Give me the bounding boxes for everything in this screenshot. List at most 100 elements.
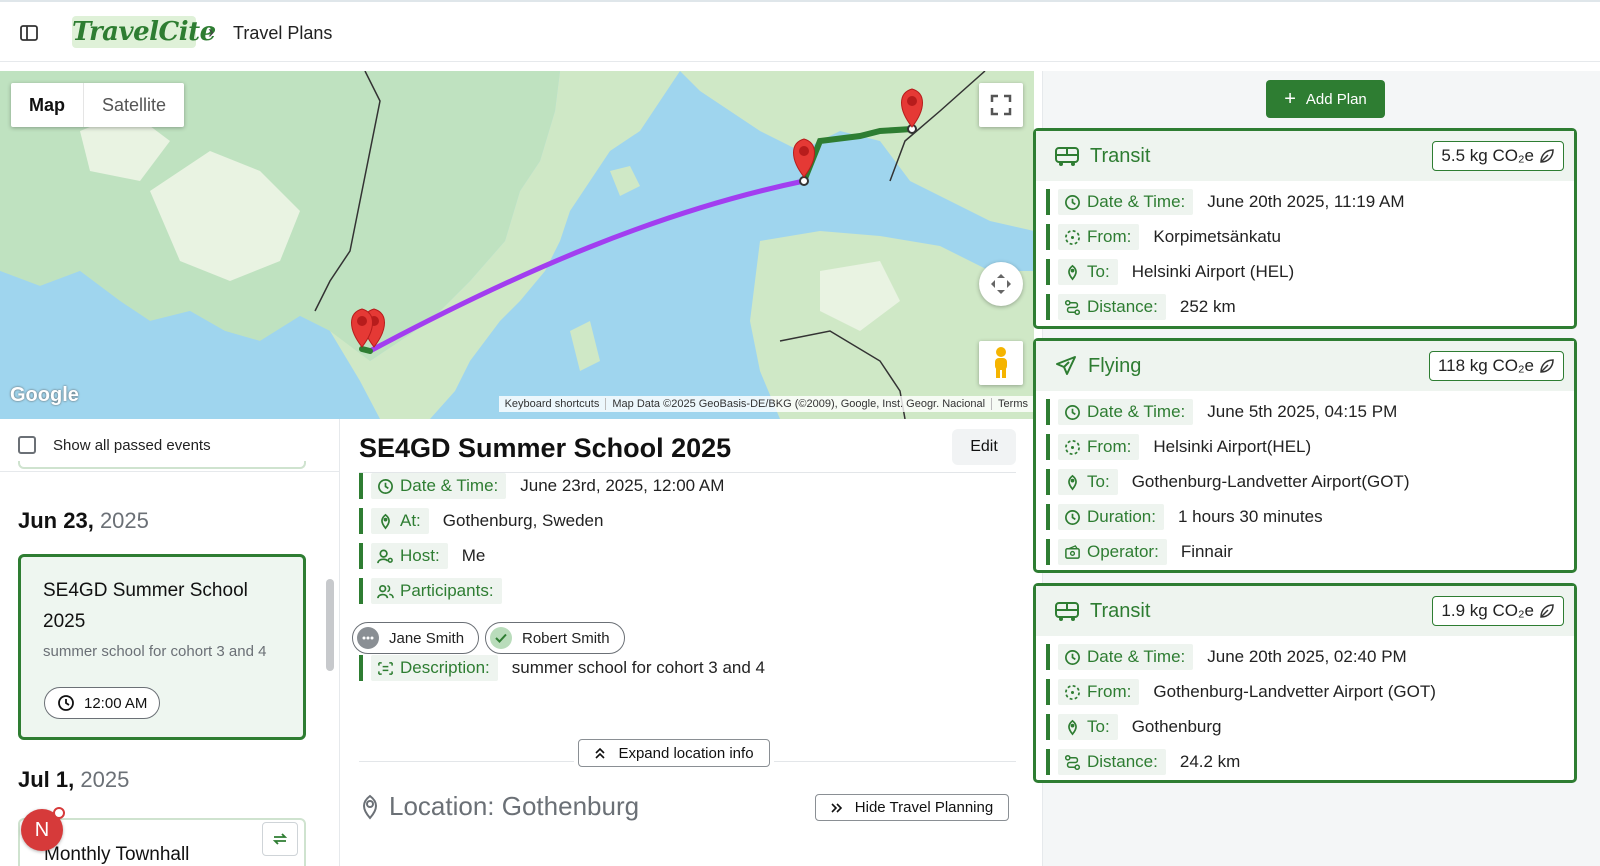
sidebar-toggle-icon[interactable]	[18, 22, 40, 44]
chevrons-up-icon	[595, 747, 606, 759]
show-passed-checkbox[interactable]	[18, 436, 36, 454]
field-value: Finnair	[1180, 542, 1233, 561]
plan-card-header: Flying 118 kg CO₂e	[1036, 341, 1574, 391]
participant-chip[interactable]: Jane Smith	[352, 622, 480, 654]
app-logo[interactable]: TravelCite	[72, 16, 216, 48]
event-detail: SE4GD Summer School 2025 Edit Date & Tim…	[341, 419, 1034, 866]
show-passed-toggle[interactable]: Show all passed events	[18, 436, 211, 454]
user-key-icon	[377, 549, 393, 563]
field-accent-bar	[1046, 714, 1050, 740]
field-value: Korpimetsänkatu	[1153, 227, 1281, 246]
label-text: To:	[1087, 262, 1110, 281]
label-text: Duration:	[1087, 507, 1156, 526]
field-accent-bar	[1046, 259, 1050, 285]
plan-row-duration: Duration: 1 hours 30 minutes	[1046, 504, 1323, 530]
field-label: Operator:	[1058, 539, 1167, 565]
plan-card-transit[interactable]: Transit 5.5 kg CO₂e Date & Time: June 20…	[1033, 128, 1577, 329]
fullscreen-button[interactable]	[979, 83, 1023, 127]
event-time-badge: 12:00 AM	[44, 687, 161, 719]
plus-icon: +	[1284, 88, 1296, 110]
map-pin-icon	[1068, 264, 1077, 280]
field-value: summer school for cohort 3 and 4	[511, 658, 765, 677]
label-text: To:	[1087, 717, 1110, 736]
field-value: 24.2 km	[1179, 752, 1241, 771]
show-passed-label: Show all passed events	[53, 436, 211, 454]
field-accent-bar	[1046, 434, 1050, 460]
tab-satellite[interactable]: Satellite	[83, 83, 184, 127]
keyboard-shortcuts-link[interactable]: Keyboard shortcuts	[499, 398, 606, 410]
field-value: 1 hours 30 minutes	[1177, 507, 1323, 526]
map-pin-icon	[381, 513, 390, 529]
co2-badge: 1.9 kg CO₂e	[1432, 596, 1564, 626]
date-day: Jul 1,	[18, 767, 75, 792]
date-year: 2025	[99, 508, 149, 533]
event-card-selected[interactable]: SE4GD Summer School 2025 summer school f…	[18, 554, 306, 740]
field-label: Date & Time:	[1058, 399, 1194, 425]
user-avatar[interactable]: N	[21, 807, 65, 851]
field-value: Helsinki Airport(HEL)	[1153, 437, 1312, 456]
breadcrumb-chevron-icon: ›	[208, 22, 214, 42]
tab-map[interactable]: Map	[11, 83, 83, 127]
bus-icon	[1055, 602, 1079, 621]
hide-travel-planning-button[interactable]: Hide Travel Planning	[815, 794, 1009, 821]
location-heading: Location: Gothenburg	[359, 791, 639, 822]
plan-row-from: From: Gothenburg-Landvetter Airport (GOT…	[1046, 679, 1436, 705]
field-accent-bar	[359, 473, 363, 499]
edit-button[interactable]: Edit	[952, 429, 1016, 465]
field-label: To:	[1058, 714, 1118, 740]
plan-row-to: To: Gothenburg-Landvetter Airport(GOT)	[1046, 469, 1409, 495]
clock-icon	[58, 695, 74, 711]
plan-card-flying[interactable]: Flying 118 kg CO₂e Date & Time: June 5th…	[1033, 338, 1577, 573]
label-text: Date & Time:	[1087, 647, 1186, 666]
label-text: From:	[1087, 682, 1132, 701]
previous-event-card[interactable]	[18, 461, 306, 469]
route-icon	[1064, 754, 1081, 770]
users-icon	[377, 584, 394, 598]
recurring-button[interactable]	[262, 822, 298, 856]
label-text: Distance:	[1087, 297, 1158, 316]
travel-plans-panel: + Add Plan Transit 5.5 kg CO₂e Date & Ti…	[1033, 71, 1600, 866]
breadcrumb[interactable]: Travel Plans	[233, 23, 332, 44]
participant-chip[interactable]: Robert Smith	[485, 622, 625, 654]
expand-location-button[interactable]: Expand location info	[578, 739, 770, 767]
field-label: Date & Time:	[1058, 189, 1194, 215]
street-view-pegman[interactable]	[979, 341, 1023, 385]
plan-type: Flying	[1088, 354, 1142, 377]
pegman-icon	[995, 347, 1007, 378]
field-participants: Participants:	[359, 578, 502, 604]
terms-link[interactable]: Terms	[991, 398, 1034, 410]
field-accent-bar	[1046, 469, 1050, 495]
plan-row-datetime: Date & Time: June 5th 2025, 04:15 PM	[1046, 399, 1397, 425]
ticket-icon	[1065, 544, 1080, 559]
event-title: SE4GD Summer School 2025	[43, 580, 248, 632]
plan-row-to: To: Helsinki Airport (HEL)	[1046, 259, 1294, 285]
field-label: To:	[1058, 469, 1118, 495]
map-view[interactable]: Map Satellite Google Keyboard shortcuts …	[0, 71, 1034, 419]
list-scrollbar[interactable]	[326, 579, 334, 671]
clock-icon	[378, 478, 393, 494]
add-plan-button[interactable]: + Add Plan	[1266, 80, 1385, 118]
field-accent-bar	[1046, 189, 1050, 215]
plan-row-datetime: Date & Time: June 20th 2025, 02:40 PM	[1046, 644, 1407, 670]
field-value: Helsinki Airport (HEL)	[1131, 262, 1295, 281]
bus-icon	[1055, 147, 1079, 166]
field-location: At: Gothenburg, Sweden	[359, 508, 603, 534]
dashed-circle-icon	[1065, 684, 1080, 700]
plan-card-header: Transit 5.5 kg CO₂e	[1036, 131, 1574, 181]
avatar-status-dot	[53, 807, 65, 819]
field-label: Host:	[371, 543, 448, 569]
map-camera-control[interactable]	[979, 262, 1023, 306]
event-description: summer school for cohort 3 and 4	[43, 643, 267, 660]
avatar-initial: N	[34, 819, 50, 841]
label-text: Distance:	[1087, 752, 1158, 771]
field-value: June 5th 2025, 04:15 PM	[1207, 402, 1398, 421]
field-label: To:	[1058, 259, 1118, 285]
label-text: Date & Time:	[400, 476, 499, 495]
field-label: Participants:	[371, 578, 502, 604]
field-label: Distance:	[1058, 294, 1166, 320]
fullscreen-icon	[990, 94, 1012, 116]
label-text: Host:	[400, 546, 440, 565]
plan-card-transit[interactable]: Transit 1.9 kg CO₂e Date & Time: June 20…	[1033, 583, 1577, 783]
divider	[0, 471, 339, 472]
co2-value: 118 kg CO₂e	[1437, 356, 1534, 375]
